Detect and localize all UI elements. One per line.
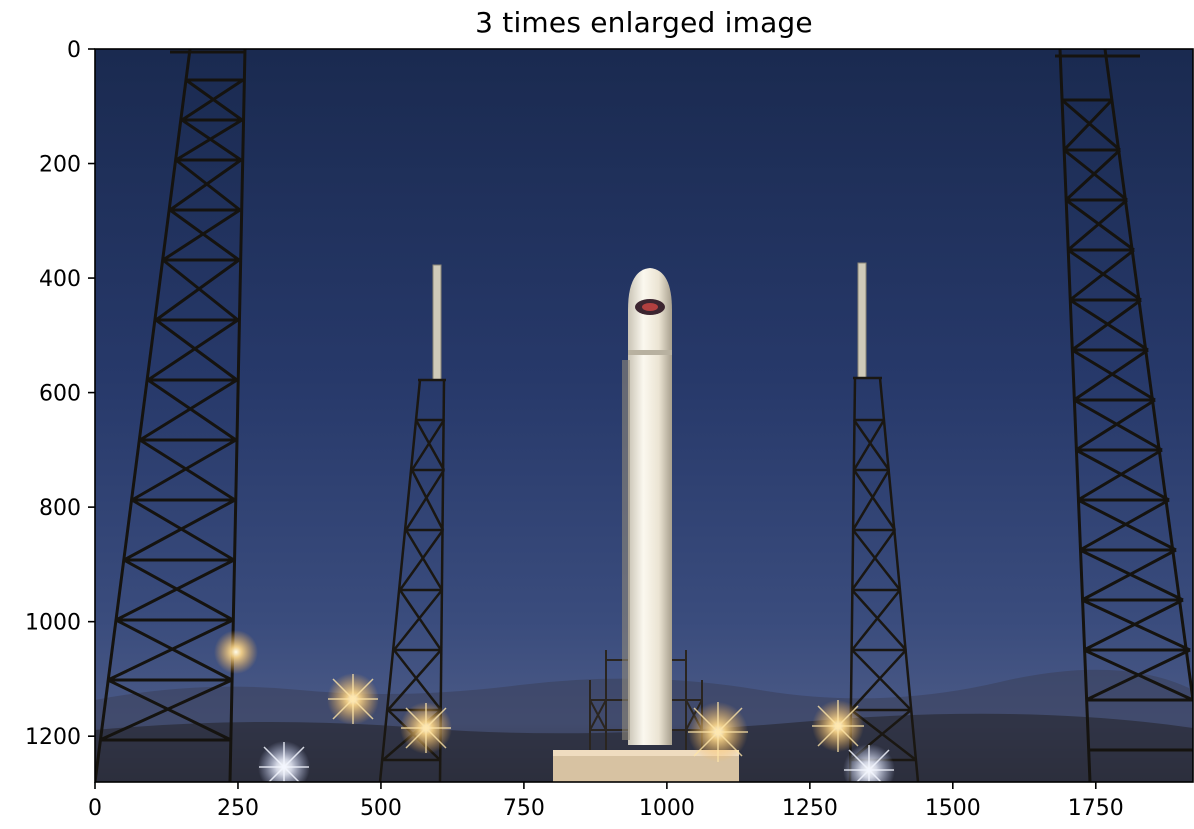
y-tick-label: 200	[39, 153, 81, 178]
strongback	[622, 360, 630, 740]
x-tick-label: 1250	[782, 796, 838, 821]
figure-canvas: 0 250 500 750 1000 1250 1500 1750 0 200 400 600 800…	[25, 38, 1194, 821]
y-tick-label: 400	[39, 267, 81, 292]
x-tick-label: 1750	[1068, 796, 1124, 821]
rocket-body	[628, 345, 672, 745]
y-tick-label: 0	[67, 38, 81, 63]
x-axis: 0 250 500 750 1000 1250 1500 1750	[88, 782, 1124, 821]
x-tick-label: 250	[217, 796, 259, 821]
x-tick-label: 1000	[639, 796, 695, 821]
y-tick-label: 1000	[25, 611, 81, 636]
y-tick-label: 800	[39, 496, 81, 521]
y-tick-label: 600	[39, 382, 81, 407]
x-tick-label: 500	[360, 796, 402, 821]
x-tick-label: 750	[503, 796, 545, 821]
y-tick-label: 1200	[25, 725, 81, 750]
photo	[95, 49, 1193, 782]
x-tick-label: 0	[88, 796, 102, 821]
x-tick-label: 1500	[925, 796, 981, 821]
rocket	[622, 268, 672, 745]
figure: 3 times enlarged image 0 250 500 750 100…	[0, 0, 1194, 829]
y-axis: 0 200 400 600 800 1000 1200	[25, 38, 95, 750]
